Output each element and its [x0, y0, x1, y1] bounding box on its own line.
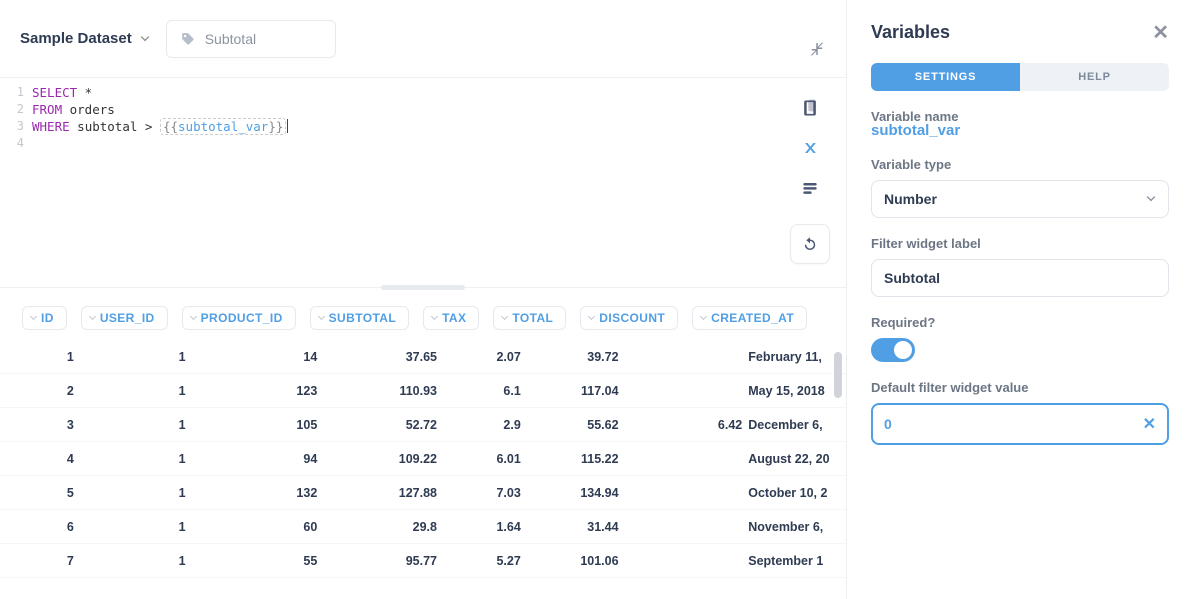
table-row[interactable]: 4194109.226.01115.22August 22, 20: [0, 442, 846, 476]
table-row[interactable]: 21123110.936.1117.04May 15, 2018: [0, 374, 846, 408]
collapse-editor-button[interactable]: [808, 40, 826, 58]
chevron-down-icon: [190, 313, 197, 320]
sql-editor[interactable]: SELECT * FROM orders WHERE subtotal > {{…: [24, 78, 846, 287]
filter-chip-subtotal[interactable]: Subtotal: [166, 20, 336, 58]
table-row[interactable]: 715595.775.27101.06September 1: [0, 544, 846, 578]
column-header-discount[interactable]: DISCOUNT: [580, 306, 678, 330]
data-reference-button[interactable]: [800, 178, 820, 198]
chevron-down-icon: [89, 313, 96, 320]
text-caret: [287, 119, 288, 133]
table-row[interactable]: 3110552.722.955.626.42December 6,: [0, 408, 846, 442]
snippets-button[interactable]: [800, 98, 820, 118]
chevron-down-icon: [501, 313, 508, 320]
chevron-down-icon: [1147, 193, 1155, 201]
table-row[interactable]: 51132127.887.03134.94October 10, 2: [0, 476, 846, 510]
filter-widget-label-input[interactable]: [871, 259, 1169, 297]
chevron-down-icon: [318, 313, 325, 320]
filter-chip-label: Subtotal: [205, 31, 256, 47]
chevron-down-icon: [588, 313, 595, 320]
column-header-tax[interactable]: TAX: [423, 306, 479, 330]
variable-type-select[interactable]: Number: [871, 180, 1169, 218]
chevron-down-icon: [140, 32, 148, 40]
column-header-created-at[interactable]: CREATED_AT: [692, 306, 807, 330]
chevron-down-icon: [700, 313, 707, 320]
default-value-input[interactable]: ✕: [871, 403, 1169, 445]
column-header-subtotal[interactable]: SUBTOTAL: [310, 306, 409, 330]
refresh-icon: [801, 235, 819, 253]
variable-name-value: subtotal_var: [871, 122, 1169, 139]
editor-gutter: 1 2 3 4: [0, 78, 24, 287]
datasource-selector[interactable]: Sample Dataset: [20, 30, 150, 47]
table-row[interactable]: 111437.652.0739.72February 11,: [0, 340, 846, 374]
run-query-button[interactable]: [790, 224, 830, 264]
chevron-down-icon: [431, 313, 438, 320]
scrollbar-thumb[interactable]: [834, 352, 842, 398]
panel-tabs: SETTINGS HELP: [871, 63, 1169, 91]
column-header-total[interactable]: TOTAL: [493, 306, 566, 330]
chevron-down-icon: [30, 313, 37, 320]
close-icon[interactable]: ✕: [1152, 20, 1169, 45]
variables-panel: Variables ✕ SETTINGS HELP Variable name …: [846, 0, 1193, 599]
filter-widget-label-label: Filter widget label: [871, 236, 1169, 251]
column-header-user-id[interactable]: USER_ID: [81, 306, 168, 330]
table-body: 111437.652.0739.72February 11,21123110.9…: [0, 340, 846, 578]
datasource-label: Sample Dataset: [20, 30, 132, 47]
clear-icon[interactable]: ✕: [1143, 414, 1156, 434]
column-header-id[interactable]: ID: [22, 306, 67, 330]
variables-button[interactable]: [800, 138, 820, 158]
variable-type-label: Variable type: [871, 157, 1169, 172]
tab-help[interactable]: HELP: [1020, 63, 1169, 91]
required-label: Required?: [871, 315, 1169, 330]
tag-icon: [181, 32, 195, 46]
table-header: ID USER_ID PRODUCT_ID SUBTOTAL TAX TOTAL…: [0, 306, 846, 330]
required-toggle[interactable]: [871, 338, 915, 362]
default-value-label: Default filter widget value: [871, 380, 1169, 395]
column-header-product-id[interactable]: PRODUCT_ID: [182, 306, 296, 330]
tab-settings[interactable]: SETTINGS: [871, 63, 1020, 91]
table-row[interactable]: 616029.81.6431.44November 6,: [0, 510, 846, 544]
panel-title: Variables: [871, 22, 950, 43]
